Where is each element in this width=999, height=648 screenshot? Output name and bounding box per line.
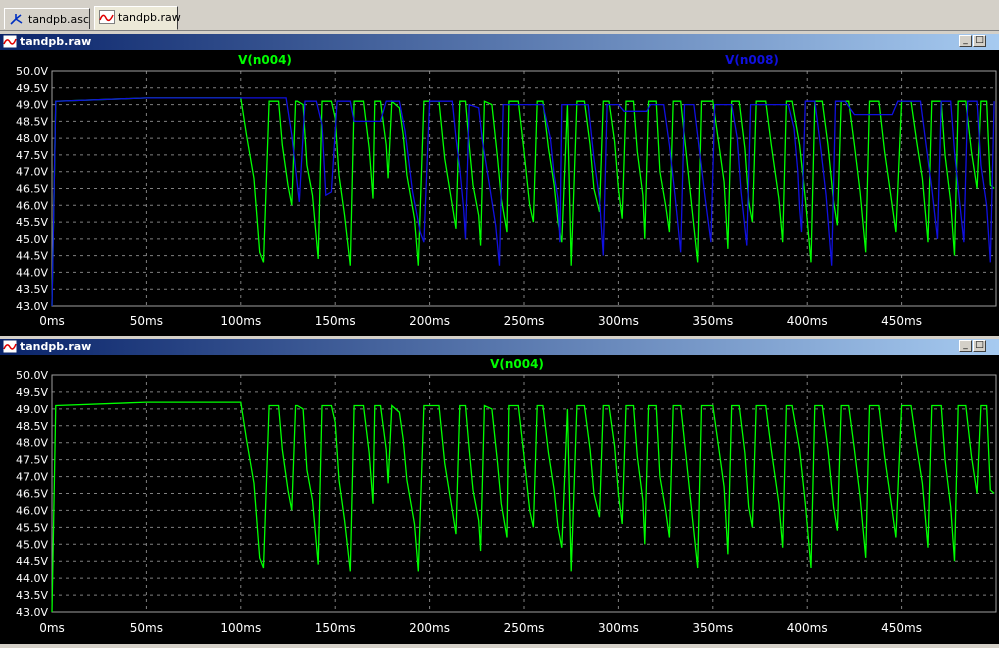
y-tick-label: 45.0V	[16, 233, 48, 246]
x-tick-label: 350ms	[692, 621, 733, 635]
y-tick-label: 44.0V	[16, 572, 48, 585]
x-tick-label: 100ms	[220, 314, 261, 328]
plot-area-bottom[interactable]: 50.0V 49.5V 49.0V 48.5V 48.0V 47.5V 47.0V 46.5V…	[0, 355, 999, 644]
legend-label[interactable]: V(n004)	[238, 53, 292, 67]
document-tab-bar: tandpb.asc tandpb.raw	[0, 0, 999, 31]
legend-label[interactable]: V(n008)	[725, 53, 779, 67]
y-tick-label: 46.0V	[16, 199, 48, 212]
waveform-chart-bottom[interactable]: 50.0V 49.5V 49.0V 48.5V 48.0V 47.5V 47.0V 46.5V…	[0, 355, 999, 644]
y-tick-label: 47.5V	[16, 149, 48, 162]
y-tick-label: 48.0V	[16, 437, 48, 450]
x-tick-label: 150ms	[315, 621, 356, 635]
y-tick-label: 48.0V	[16, 132, 48, 145]
y-tick-label: 44.5V	[16, 250, 48, 263]
x-tick-label: 50ms	[130, 621, 163, 635]
y-tick-label: 47.0V	[16, 471, 48, 484]
y-tick-label: 45.5V	[16, 521, 48, 534]
y-tick-label: 49.0V	[16, 99, 48, 112]
x-tick-label: 0ms	[39, 314, 65, 328]
x-tick-label: 0ms	[39, 621, 65, 635]
y-tick-label: 46.0V	[16, 504, 48, 517]
y-tick-label: 43.5V	[16, 283, 48, 296]
waveform-icon	[3, 340, 17, 353]
minimize-button[interactable]: _	[959, 35, 972, 47]
y-tick-label: 49.0V	[16, 403, 48, 416]
y-tick-label: 44.0V	[16, 266, 48, 279]
y-tick-label: 45.5V	[16, 216, 48, 229]
x-tick-label: 450ms	[881, 621, 922, 635]
y-tick-label: 49.5V	[16, 82, 48, 95]
y-tick-label: 43.0V	[16, 300, 48, 313]
grid-lines	[52, 71, 996, 306]
x-tick-label: 250ms	[504, 314, 545, 328]
x-tick-label: 300ms	[598, 621, 639, 635]
y-tick-label: 44.5V	[16, 555, 48, 568]
pane-title-bar[interactable]: tandpb.raw _ □	[0, 34, 999, 50]
waveform-pane-bottom: tandpb.raw _ □ 50.0V 49.5V 49.0V 48.5V 48.0V…	[0, 339, 999, 644]
x-tick-label: 250ms	[504, 621, 545, 635]
y-tick-label: 43.5V	[16, 589, 48, 602]
tab-schematic[interactable]: tandpb.asc	[4, 8, 90, 29]
x-tick-label: 450ms	[881, 314, 922, 328]
y-tick-label: 48.5V	[16, 115, 48, 128]
y-tick-label: 46.5V	[16, 488, 48, 501]
schematic-icon	[10, 14, 23, 25]
x-tick-label: 350ms	[692, 314, 733, 328]
x-tick-label: 200ms	[409, 314, 450, 328]
x-tick-label: 400ms	[787, 621, 828, 635]
x-tick-label: 50ms	[130, 314, 163, 328]
x-tick-label: 300ms	[598, 314, 639, 328]
pane-title: tandpb.raw	[20, 35, 92, 48]
waveform-chart-top[interactable]: 50.0V 49.5V 49.0V 48.5V 48.0V 47.5V 47.0V 46.5V…	[0, 50, 999, 336]
y-tick-label: 50.0V	[16, 369, 48, 382]
pane-title: tandpb.raw	[20, 340, 92, 353]
x-tick-label: 100ms	[220, 621, 261, 635]
x-tick-label: 200ms	[409, 621, 450, 635]
tab-waveform[interactable]: tandpb.raw	[94, 6, 181, 30]
plot-area-top[interactable]: 50.0V 49.5V 49.0V 48.5V 48.0V 47.5V 47.0V 46.5V…	[0, 50, 999, 336]
y-tick-label: 49.5V	[16, 386, 48, 399]
maximize-button[interactable]: □	[973, 35, 986, 47]
x-tick-label: 400ms	[787, 314, 828, 328]
legend-label[interactable]: V(n004)	[490, 357, 544, 371]
tab-label: tandpb.asc	[28, 13, 89, 26]
grid-lines	[52, 375, 996, 612]
y-tick-label: 43.0V	[16, 606, 48, 619]
y-tick-label: 50.0V	[16, 65, 48, 78]
y-tick-label: 48.5V	[16, 420, 48, 433]
y-tick-label: 47.5V	[16, 454, 48, 467]
y-tick-label: 46.5V	[16, 183, 48, 196]
minimize-button[interactable]: _	[959, 340, 972, 352]
y-tick-label: 47.0V	[16, 166, 48, 179]
tab-label: tandpb.raw	[118, 11, 181, 24]
x-tick-label: 150ms	[315, 314, 356, 328]
waveform-icon	[3, 35, 17, 48]
waveform-icon	[99, 10, 115, 24]
waveform-pane-top: tandpb.raw _ □ 50.0V 49.5V 49.0V 48.5V 48.0V…	[0, 34, 999, 336]
maximize-button[interactable]: □	[973, 340, 986, 352]
y-tick-label: 45.0V	[16, 538, 48, 551]
pane-title-bar[interactable]: tandpb.raw _ □	[0, 339, 999, 355]
series-line-vn004	[51, 401, 995, 613]
series-line-vn004	[51, 97, 995, 307]
